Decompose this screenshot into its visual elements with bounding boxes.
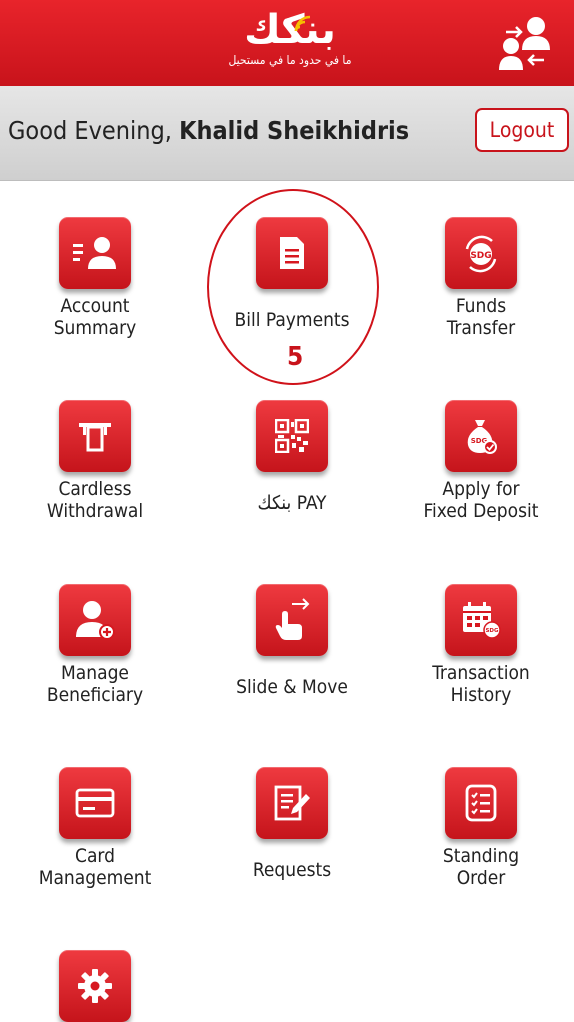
add-user-icon <box>76 601 115 640</box>
checklist-icon <box>465 784 497 822</box>
annotation-number: 5 <box>287 342 304 372</box>
money-bag-icon: SDG <box>467 420 497 454</box>
funds-transfer-tile: SDG <box>445 217 517 289</box>
fixed-deposit-tile: SDG <box>445 400 517 472</box>
standing-order-tile <box>445 767 517 839</box>
account-summary-icon <box>73 237 116 269</box>
app-header: بنكك ما في حدود ما في مستحيل <box>0 0 574 86</box>
menu-requests[interactable]: Requests <box>197 767 387 881</box>
menu-bill-payments[interactable]: Bill Payments <box>197 217 387 331</box>
menu-label-line1: Apply for <box>442 478 520 500</box>
greeting-text: Good Evening, Khalid Sheikhidris <box>8 116 409 145</box>
menu-standing-order[interactable]: Standing Order <box>386 767 574 889</box>
menu-bankak-pay[interactable]: بنكك PAY <box>197 400 387 514</box>
request-edit-icon <box>274 785 310 821</box>
svg-text:SDG: SDG <box>485 628 499 634</box>
menu-label-line1: Bill Payments <box>234 309 350 331</box>
svg-text:SDG: SDG <box>470 251 491 261</box>
calendar-icon: SDG <box>463 602 501 639</box>
menu-fixed-deposit[interactable]: SDG Apply for Fixed Deposit <box>386 400 574 522</box>
menu-label-line1: Account <box>60 295 130 317</box>
menu-label-line2: Transfer <box>446 317 516 339</box>
bill-document-icon <box>280 237 304 269</box>
settings-gear-icon <box>78 969 112 1003</box>
logout-button[interactable]: Logout <box>475 108 569 152</box>
menu-account-summary[interactable]: Account Summary <box>0 217 190 339</box>
transaction-history-tile: SDG <box>445 584 517 656</box>
logo-text: بنكك <box>244 7 336 53</box>
customer-name: Khalid Sheikhidris <box>179 116 410 145</box>
bankak-pay-tile <box>256 400 328 472</box>
menu-transaction-history[interactable]: SDG Transaction History <box>386 584 574 706</box>
menu-slide-move[interactable]: Slide & Move <box>197 584 387 698</box>
credit-card-icon <box>75 788 115 818</box>
account-summary-tile <box>59 217 131 289</box>
atm-icon <box>79 423 111 452</box>
manage-beneficiary-tile <box>59 584 131 656</box>
qr-code-icon <box>275 419 309 453</box>
switch-user-button[interactable] <box>498 14 552 72</box>
bill-payments-tile <box>256 217 328 289</box>
menu-label-line2: Beneficiary <box>46 684 144 706</box>
slide-move-tile <box>256 584 328 656</box>
menu-label-line2: History <box>450 684 512 706</box>
menu-label-line1: Requests <box>252 859 332 881</box>
swipe-hand-icon <box>275 598 310 640</box>
menu-cardless-withdrawal[interactable]: Cardless Withdrawal <box>0 400 190 522</box>
menu-manage-beneficiary[interactable]: Manage Beneficiary <box>0 584 190 706</box>
settings-tile <box>59 950 131 1022</box>
menu-label-line1: Manage <box>61 662 129 684</box>
menu-label-line1: Transaction <box>432 662 530 684</box>
menu-label-line2: Summary <box>53 317 137 339</box>
menu-label-line1: Funds <box>455 295 507 317</box>
menu-label-line1: بنكك PAY <box>257 492 327 514</box>
menu-label-line1: Standing <box>442 845 520 867</box>
menu-label-line2: Management <box>38 867 152 889</box>
logo-tagline: ما في حدود ما في مستحيل <box>228 53 352 67</box>
greeting-prefix: Good Evening, <box>8 116 180 145</box>
menu-label-line1: Cardless <box>58 478 132 500</box>
menu-settings[interactable] <box>0 950 190 1022</box>
sdg-transfer-icon: SDG <box>465 235 497 273</box>
bankak-logo: بنكك ما في حدود ما في مستحيل <box>215 8 365 80</box>
menu-label-line2: Withdrawal <box>46 500 144 522</box>
cardless-withdrawal-tile <box>59 400 131 472</box>
menu-label-line2: Fixed Deposit <box>423 500 539 522</box>
menu-label-line2: Order <box>456 867 506 889</box>
menu-card-management[interactable]: Card Management <box>0 767 190 889</box>
card-management-tile <box>59 767 131 839</box>
menu-funds-transfer[interactable]: SDG Funds Transfer <box>386 217 574 339</box>
requests-tile <box>256 767 328 839</box>
signal-waves-icon <box>294 15 311 32</box>
menu-label-line1: Slide & Move <box>236 676 348 698</box>
menu-label-line1: Card <box>75 845 115 867</box>
switch-user-icon <box>499 17 550 70</box>
